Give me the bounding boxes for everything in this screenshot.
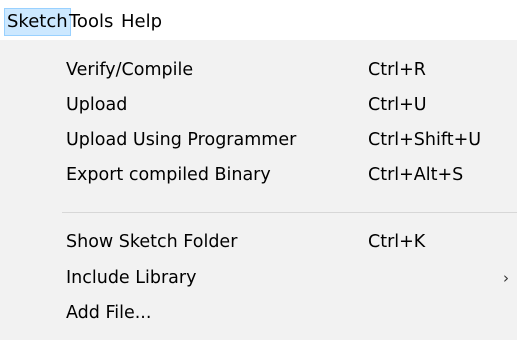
chevron-right-icon: › — [503, 269, 509, 287]
menu-item-verify-compile[interactable]: Verify/Compile Ctrl+R — [0, 53, 517, 87]
menu-item-shortcut: Ctrl+K — [368, 232, 426, 252]
menu-item-show-sketch-folder[interactable]: Show Sketch Folder Ctrl+K — [0, 225, 517, 259]
menu-item-label: Verify/Compile — [66, 60, 194, 80]
menu-item-upload-using-programmer[interactable]: Upload Using Programmer Ctrl+Shift+U — [0, 123, 517, 157]
menu-help[interactable]: Help — [119, 8, 164, 36]
menu-bar: Sketch Tools Help — [0, 0, 517, 40]
menu-item-label: Show Sketch Folder — [66, 232, 238, 252]
menu-item-export-compiled-binary[interactable]: Export compiled Binary Ctrl+Alt+S — [0, 158, 517, 192]
menu-sketch[interactable]: Sketch — [4, 8, 71, 36]
menu-item-label: Include Library — [66, 268, 197, 288]
menu-item-shortcut: Ctrl+U — [368, 95, 427, 115]
menu-item-label: Export compiled Binary — [66, 165, 271, 185]
menu-tools[interactable]: Tools — [67, 8, 115, 36]
menu-item-add-file[interactable]: Add File... — [0, 296, 517, 330]
menu-item-shortcut: Ctrl+Alt+S — [368, 165, 464, 185]
menu-item-upload[interactable]: Upload Ctrl+U — [0, 88, 517, 122]
menu-item-label: Add File... — [66, 303, 152, 323]
menu-item-shortcut: Ctrl+Shift+U — [368, 130, 482, 150]
menu-item-label: Upload Using Programmer — [66, 130, 297, 150]
menu-item-shortcut: Ctrl+R — [368, 60, 426, 80]
menu-separator — [62, 212, 517, 213]
menu-item-label: Upload — [66, 95, 128, 115]
menu-item-include-library[interactable]: Include Library › — [0, 261, 517, 295]
sketch-dropdown-menu: Verify/Compile Ctrl+R Upload Ctrl+U Uplo… — [0, 40, 517, 340]
